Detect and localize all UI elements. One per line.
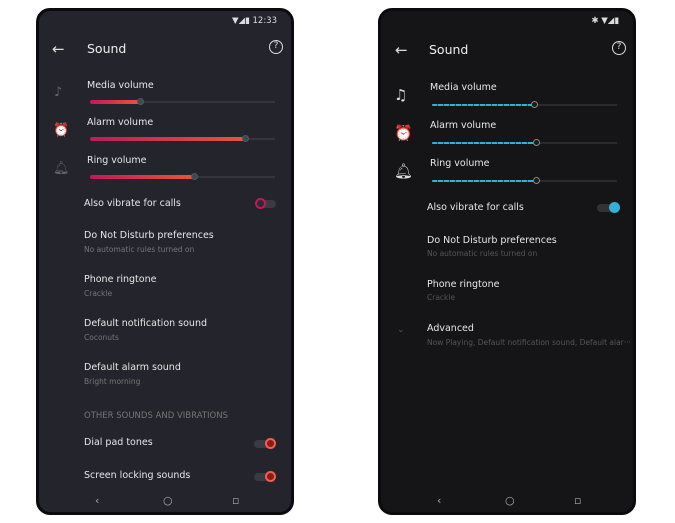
help-icon[interactable]: ?	[269, 40, 283, 54]
dnd-sub: No automatic rules turned on	[427, 249, 538, 258]
dial-pad-toggle[interactable]	[254, 438, 276, 449]
dnd-item[interactable]: Do Not Disturb preferences	[427, 235, 557, 246]
screen-lock-toggle[interactable]	[254, 471, 276, 482]
page-title: Sound	[429, 42, 469, 57]
chevron-down-icon: ⌄	[397, 325, 405, 335]
nav-recents-icon[interactable]: ▫	[574, 494, 581, 507]
bell-icon: 🔔︎	[394, 162, 414, 180]
status-time: 12:33	[252, 16, 278, 26]
ring-volume-slider[interactable]	[90, 173, 275, 180]
vibrate-toggle[interactable]	[597, 202, 620, 213]
notification-sound-item[interactable]: Default notification sound	[84, 318, 207, 329]
wifi-icon: ▼◢▮	[232, 16, 253, 26]
bell-icon: 🔔︎	[53, 161, 70, 176]
status-icons: ✱ ▼◢▮	[591, 16, 619, 26]
vibrate-label: Also vibrate for calls	[84, 198, 181, 209]
alarm-volume-label: Alarm volume	[87, 117, 154, 128]
nav-home-icon[interactable]: ○	[505, 494, 515, 507]
alarm-volume-label: Alarm volume	[430, 120, 497, 131]
page-title: Sound	[87, 41, 127, 56]
alarm-clock-icon: ⏰	[53, 123, 70, 138]
vibrate-toggle[interactable]	[255, 198, 276, 209]
screen-lock-label: Screen locking sounds	[84, 470, 191, 481]
media-volume-slider[interactable]	[432, 101, 617, 108]
ringtone-item[interactable]: Phone ringtone	[427, 279, 499, 290]
dial-pad-label: Dial pad tones	[84, 437, 153, 448]
media-volume-slider[interactable]	[90, 98, 275, 105]
phone-left: ▼◢▮ 12:33 ← Sound ? ♪ ⏰ 🔔︎ Media volume …	[36, 8, 294, 515]
nav-home-icon[interactable]: ○	[163, 494, 173, 507]
nav-back-icon[interactable]: ‹	[95, 494, 99, 507]
dnd-item[interactable]: Do Not Disturb preferences	[84, 230, 214, 241]
status-bar: ▼◢▮ 12:33	[232, 16, 277, 26]
alarm-volume-slider[interactable]	[90, 135, 275, 142]
ringtone-item[interactable]: Phone ringtone	[84, 274, 156, 285]
help-icon[interactable]: ?	[612, 41, 626, 55]
ringtone-sub: Crackle	[427, 293, 456, 302]
back-arrow-icon[interactable]: ←	[395, 41, 408, 59]
ring-volume-label: Ring volume	[430, 158, 490, 169]
alarm-clock-icon: ⏰	[394, 124, 413, 142]
ring-volume-slider[interactable]	[432, 177, 617, 184]
alarm-volume-slider[interactable]	[432, 139, 617, 146]
advanced-sub: Now Playing, Default notification sound,…	[427, 338, 631, 347]
nav-back-icon[interactable]: ‹	[437, 494, 441, 507]
back-arrow-icon[interactable]: ←	[52, 40, 65, 58]
alarm-sound-sub: Bright morning	[84, 377, 141, 386]
alarm-sound-item[interactable]: Default alarm sound	[84, 362, 181, 373]
notification-sound-sub: Coconuts	[84, 333, 119, 342]
music-note-icon: ♪	[54, 85, 63, 100]
section-header: OTHER SOUNDS AND VIBRATIONS	[84, 411, 228, 421]
nav-recents-icon[interactable]: ▫	[232, 494, 239, 507]
ring-volume-label: Ring volume	[87, 155, 147, 166]
media-volume-label: Media volume	[87, 80, 154, 91]
phone-right: ✱ ▼◢▮ ← Sound ? ♫ ⏰ 🔔︎ Media volume Alar…	[378, 8, 636, 515]
vibrate-label: Also vibrate for calls	[427, 202, 524, 213]
media-volume-label: Media volume	[430, 82, 497, 93]
dnd-sub: No automatic rules turned on	[84, 245, 195, 254]
advanced-item[interactable]: Advanced	[427, 323, 474, 334]
music-note-icon: ♫	[394, 86, 408, 104]
ringtone-sub: Crackle	[84, 289, 113, 298]
